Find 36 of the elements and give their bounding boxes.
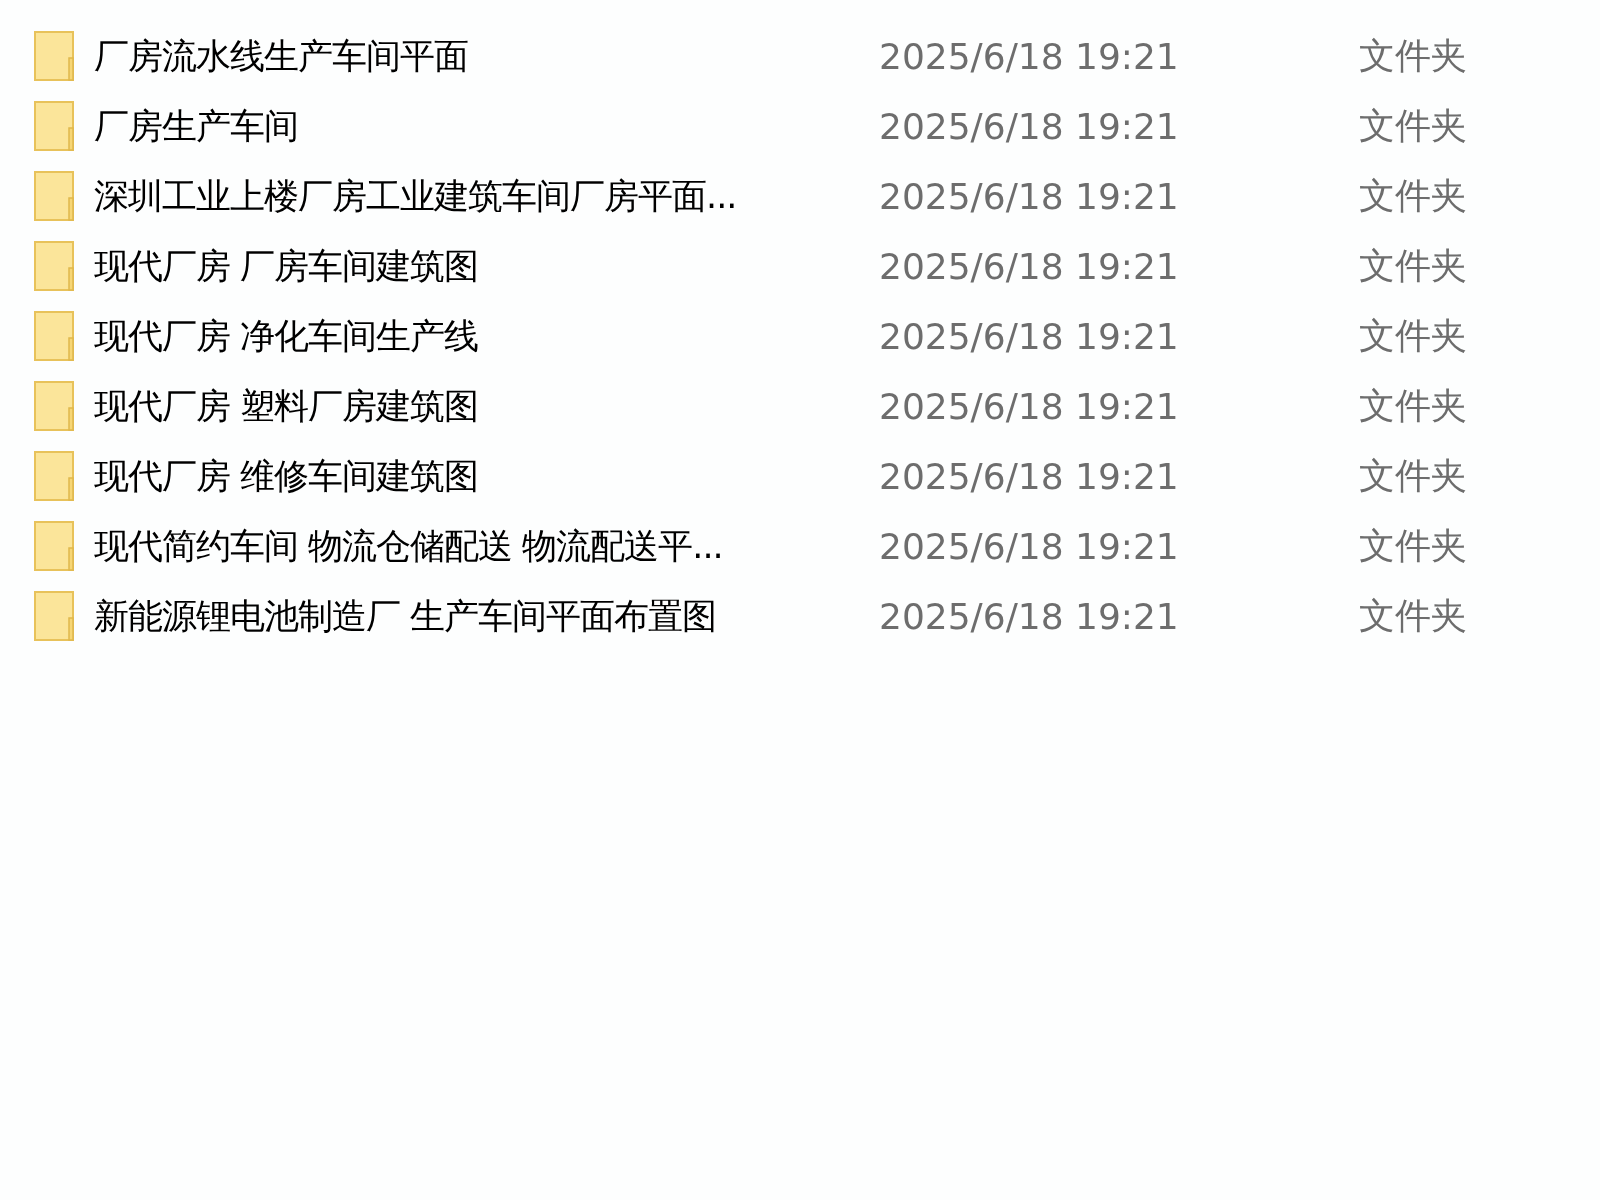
file-type: 文件夹 xyxy=(1359,243,1467,288)
file-type: 文件夹 xyxy=(1359,523,1467,568)
file-type: 文件夹 xyxy=(1359,313,1467,358)
folder-icon xyxy=(33,170,77,222)
folder-icon xyxy=(33,100,77,152)
modified-date: 2025/6/18 19:21 xyxy=(879,315,1180,357)
folder-icon xyxy=(33,520,77,572)
file-type: 文件夹 xyxy=(1359,383,1467,428)
modified-date: 2025/6/18 19:21 xyxy=(879,245,1180,287)
file-name[interactable]: 现代厂房 维修车间建筑图 xyxy=(94,452,874,500)
modified-date: 2025/6/18 19:21 xyxy=(879,455,1180,497)
file-type: 文件夹 xyxy=(1359,593,1467,638)
file-name[interactable]: 厂房流水线生产车间平面 xyxy=(94,32,874,80)
file-type: 文件夹 xyxy=(1359,33,1467,78)
folder-icon xyxy=(33,240,77,292)
modified-date: 2025/6/18 19:21 xyxy=(879,175,1180,217)
modified-date: 2025/6/18 19:21 xyxy=(879,105,1180,147)
file-name[interactable]: 现代厂房 净化车间生产线 xyxy=(94,312,874,360)
modified-date: 2025/6/18 19:21 xyxy=(879,385,1180,427)
folder-icon xyxy=(33,590,77,642)
file-type: 文件夹 xyxy=(1359,453,1467,498)
file-type: 文件夹 xyxy=(1359,103,1467,148)
folder-icon xyxy=(33,380,77,432)
file-name[interactable]: 深圳工业上楼厂房工业建筑车间厂房平面... xyxy=(94,172,874,220)
modified-date: 2025/6/18 19:21 xyxy=(879,35,1180,77)
file-name[interactable]: 现代厂房 塑料厂房建筑图 xyxy=(94,382,874,430)
file-name[interactable]: 新能源锂电池制造厂 生产车间平面布置图 xyxy=(94,592,874,640)
file-name[interactable]: 现代简约车间 物流仓储配送 物流配送平... xyxy=(94,522,874,570)
modified-date: 2025/6/18 19:21 xyxy=(879,525,1180,567)
folder-icon xyxy=(33,310,77,362)
file-type: 文件夹 xyxy=(1359,173,1467,218)
file-name[interactable]: 现代厂房 厂房车间建筑图 xyxy=(94,242,874,290)
file-name[interactable]: 厂房生产车间 xyxy=(94,102,874,150)
folder-icon xyxy=(33,450,77,502)
modified-date: 2025/6/18 19:21 xyxy=(879,595,1180,637)
folder-icon xyxy=(33,30,77,82)
